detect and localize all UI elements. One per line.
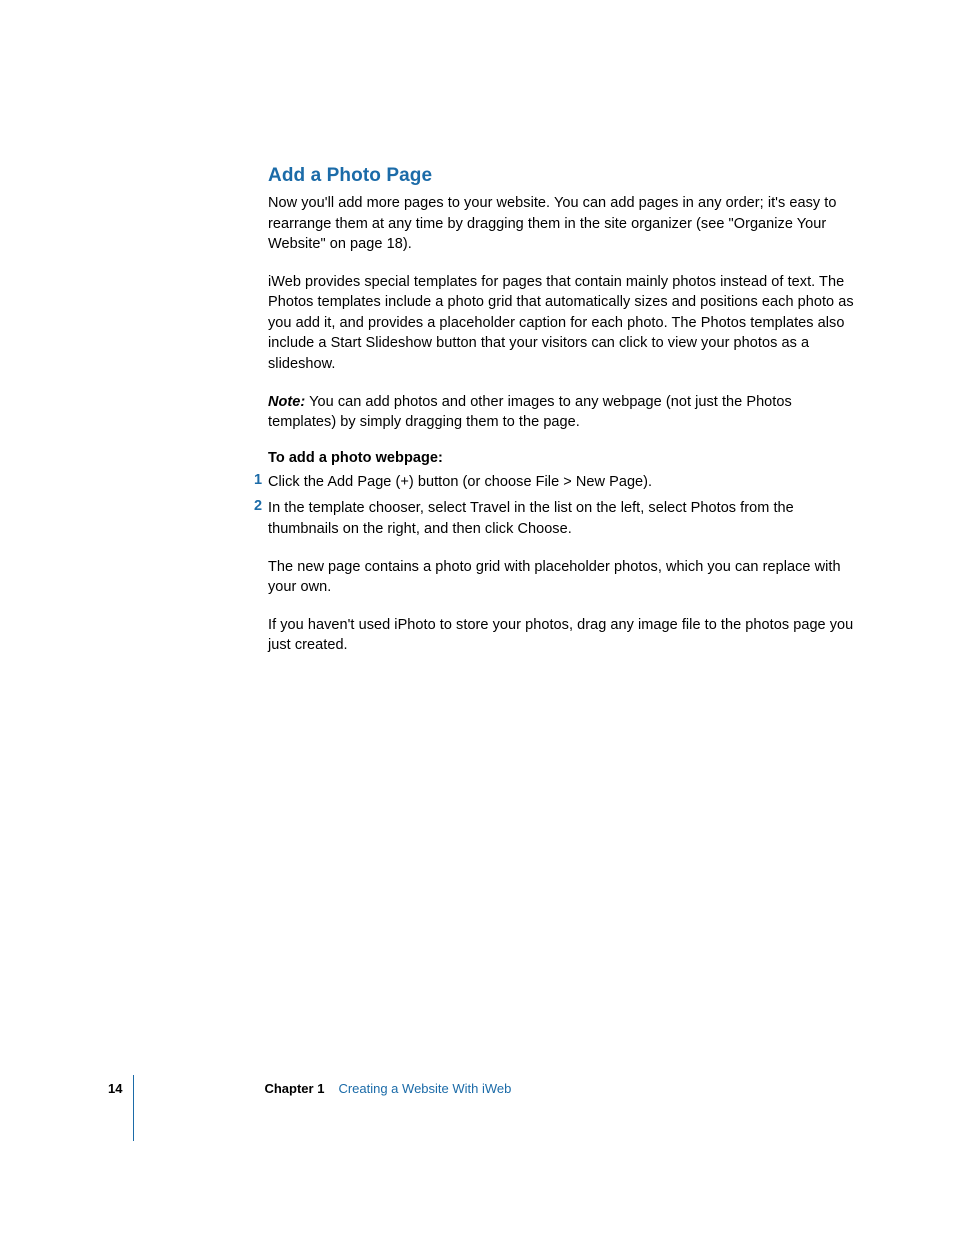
step-text: In the template chooser, select Travel i… <box>268 500 794 537</box>
footer-divider <box>133 1075 134 1141</box>
body-paragraph: If you haven't used iPhoto to store your… <box>268 615 857 656</box>
step-list: 1 Click the Add Page (+) button (or choo… <box>268 472 857 540</box>
step-number: 2 <box>254 498 262 514</box>
list-item: 1 Click the Add Page (+) button (or choo… <box>268 472 857 493</box>
subheading: To add a photo webpage: <box>268 450 857 466</box>
page-footer: 14 Chapter 1 Creating a Website With iWe… <box>108 1081 511 1096</box>
list-item: 2 In the template chooser, select Travel… <box>268 498 857 539</box>
body-paragraph: iWeb provides special templates for page… <box>268 272 857 375</box>
body-paragraph: Now you'll add more pages to your websit… <box>268 193 857 255</box>
step-text: Click the Add Page (+) button (or choose… <box>268 474 652 490</box>
note-paragraph: Note: You can add photos and other image… <box>268 392 857 433</box>
section-heading: Add a Photo Page <box>268 165 857 187</box>
chapter-label: Chapter 1 <box>264 1081 324 1096</box>
body-paragraph: The new page contains a photo grid with … <box>268 557 857 598</box>
content-area: Add a Photo Page Now you'll add more pag… <box>268 165 857 673</box>
note-text: You can add photos and other images to a… <box>268 394 792 431</box>
note-label: Note: <box>268 394 305 410</box>
step-number: 1 <box>254 472 262 488</box>
document-page: Add a Photo Page Now you'll add more pag… <box>0 0 954 1235</box>
chapter-title: Creating a Website With iWeb <box>338 1081 511 1096</box>
page-number: 14 <box>108 1081 122 1096</box>
